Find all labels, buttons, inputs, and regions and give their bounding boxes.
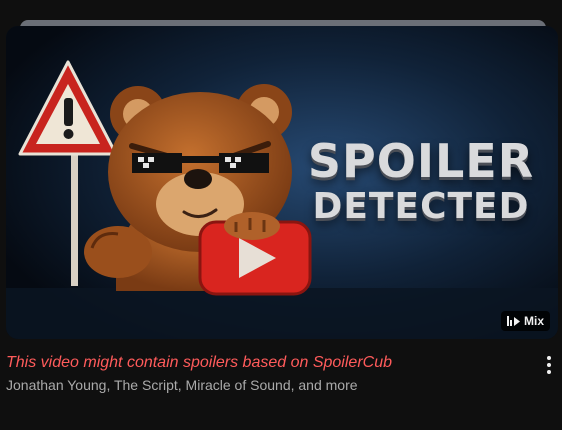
mix-badge-label: Mix [523,314,544,328]
more-options-button[interactable] [536,352,562,378]
mix-badge: Mix [500,311,550,331]
play-button-icon [198,212,312,296]
more-vertical-icon [547,356,551,360]
mix-playlist-icon [506,316,520,326]
video-subtitle: Jonathan Young, The Script, Miracle of S… [6,377,358,393]
thumbnail-headline-line2: DETECTED [312,186,530,227]
video-title[interactable]: This video might contain spoilers based … [6,353,526,373]
thumbnail-headline-line1: SPOILER [307,134,535,188]
video-thumbnail[interactable]: SPOILER DETECTED Mix [6,26,558,339]
